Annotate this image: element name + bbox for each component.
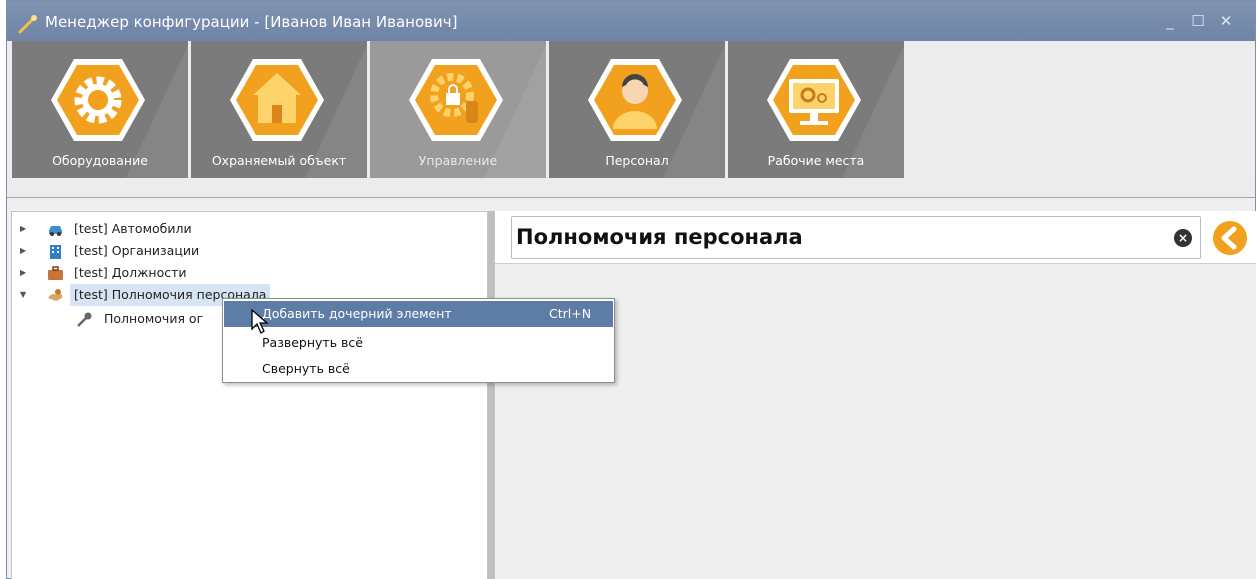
tree-item-label: [test] Должности [74,265,187,280]
tile-label: Рабочие места [767,153,865,168]
gear-lock-hand-icon [409,59,503,141]
key-hand-icon [48,289,62,301]
menu-item-label: Развернуть всё [262,335,363,350]
close-button[interactable]: ✕ [1215,10,1237,32]
context-menu: Добавить дочерний элемент Ctrl+N Разверн… [222,298,615,383]
ribbon-divider [7,178,1255,198]
expand-arrow-icon[interactable]: ▶ [20,262,30,284]
car-icon [49,226,62,236]
tree-item-label: Полномочия ог [104,311,204,326]
tile-label: Управление [418,153,498,168]
detail-heading: Полномочия персонала [516,225,803,249]
title-bar[interactable]: Менеджер конфигурации - [Иванов Иван Ива… [7,1,1255,41]
window-title: Менеджер конфигурации - [Иванов Иван Ива… [45,13,458,31]
gear-icon [51,59,145,141]
tile-equipment[interactable]: Оборудование [12,41,188,178]
menu-item-label: Добавить дочерний элемент [262,306,452,321]
maximize-button[interactable]: ☐ [1187,10,1209,32]
monitor-gears-icon [767,59,861,141]
mouse-cursor-icon [251,309,269,334]
tile-personnel[interactable]: Персонал [549,41,725,178]
tree-item-cars[interactable]: ▶ [test] Автомобили [12,218,482,240]
tree-item-positions[interactable]: ▶ [test] Должности [12,262,482,284]
detail-header: Полномочия персонала × [495,211,1256,264]
tile-workplaces[interactable]: Рабочие места [728,41,904,178]
wand-icon [18,15,37,34]
minimize-button[interactable]: _ [1159,10,1181,32]
tree-panel[interactable]: ▶ [test] Автомобили ▶ [test] Организации… [11,211,488,579]
app-window: Менеджер конфигурации - [Иванов Иван Ива… [6,0,1256,579]
detail-panel: Полномочия персонала × [494,211,1256,579]
menu-item-shortcut: Ctrl+N [549,306,592,321]
building-icon [50,245,61,259]
back-arrow-icon[interactable] [1211,219,1249,257]
menu-item-collapse-all[interactable]: Свернуть всё [224,356,613,382]
tile-label: Охраняемый объект [211,153,347,168]
tile-label: Оборудование [52,153,148,168]
tile-label: Персонал [605,153,669,168]
expand-arrow-icon[interactable]: ▶ [20,240,30,262]
heading-field[interactable]: Полномочия персонала × [511,216,1201,259]
tree-item-label: [test] Организации [74,243,200,258]
tree-item-organizations[interactable]: ▶ [test] Организации [12,240,482,262]
tile-management[interactable]: Управление [370,41,546,178]
tile-protected-object[interactable]: Охраняемый объект [191,41,367,178]
menu-item-expand-all[interactable]: Развернуть всё [224,330,613,356]
person-icon [588,59,682,141]
key-icon [77,312,92,327]
tree-item-label: [test] Автомобили [74,221,192,236]
clear-icon[interactable]: × [1174,229,1192,247]
expand-arrow-icon[interactable]: ▶ [20,218,30,240]
briefcase-icon [48,266,63,280]
collapse-arrow-icon[interactable]: ▼ [20,284,30,306]
house-icon [230,59,324,141]
menu-item-add-child[interactable]: Добавить дочерний элемент Ctrl+N [224,301,613,327]
menu-item-label: Свернуть всё [262,361,350,376]
